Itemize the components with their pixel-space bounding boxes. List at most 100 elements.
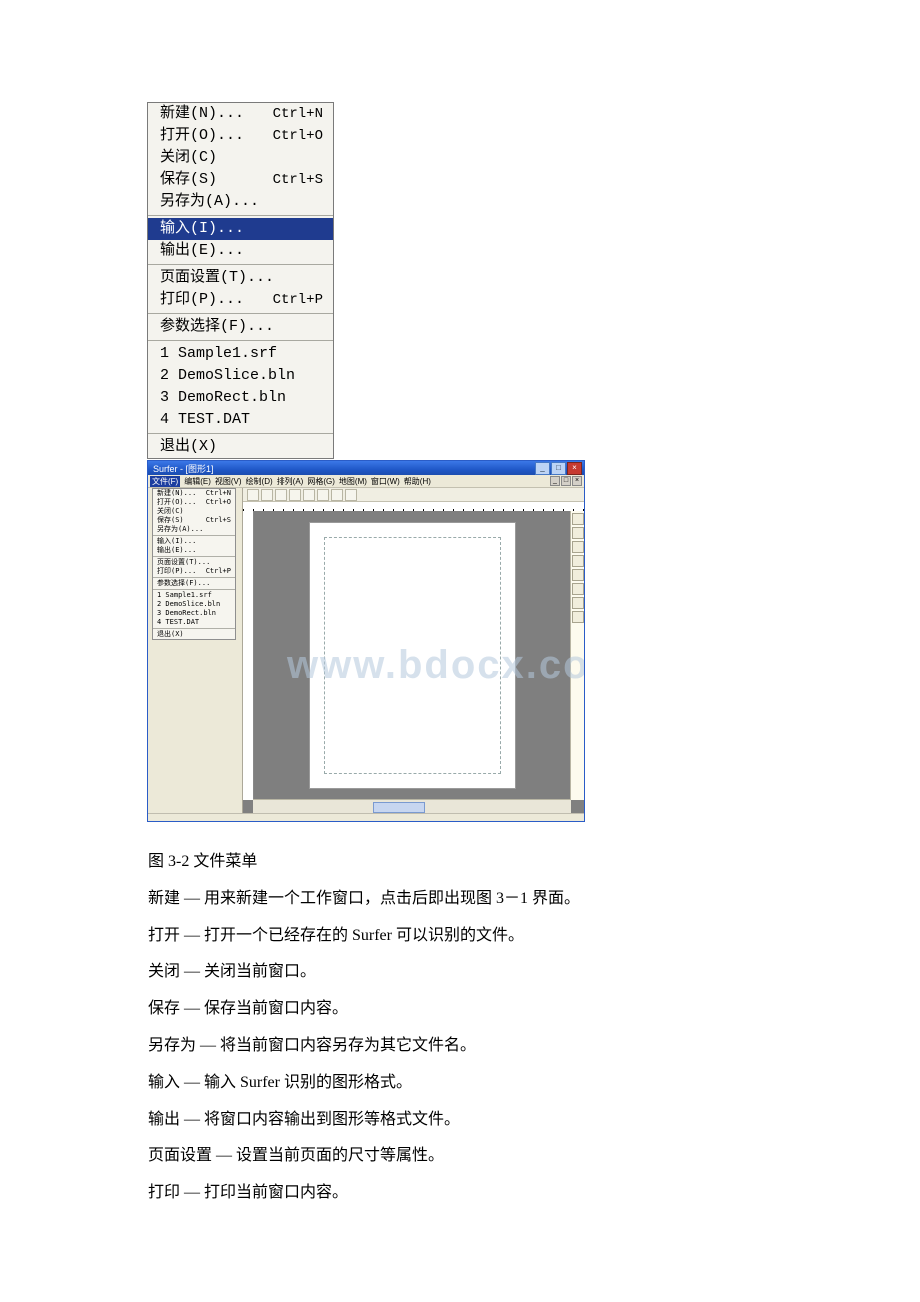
menu-item-export[interactable]: 输出(E)... [148,240,333,262]
menu-item-prefs[interactable]: 参数选择(F)... [148,316,333,338]
menu-item-saveas[interactable]: 另存为(A)... [153,525,235,534]
desc-new: 新建 — 用来新建一个工作窗口，点击后即出现图 3－1 界面。 [148,883,768,916]
menu-item-label: 参数选择(F)... [157,579,210,588]
menu-item-recent3[interactable]: 3 DemoRect.bln [148,387,333,409]
menu-item-print[interactable]: 打印(P)... Ctrl+P [153,567,235,576]
menubar-draw[interactable]: 绘制(D) [246,476,273,487]
palette-button[interactable] [572,555,584,567]
minimize-button[interactable]: _ [535,462,550,475]
menu-item-label: 打开(O)... [157,498,196,507]
figure-caption: 图 3-2 文件菜单 [148,846,768,879]
menu-item-import[interactable]: 输入(I)... [148,218,333,240]
title-bar: Surfer - [图形1] _ □ × [148,461,584,475]
menu-item-label: 另存为(A)... [157,525,203,534]
menu-item-label: 新建(N)... [160,104,244,124]
palette-button[interactable] [572,597,584,609]
menu-item-save[interactable]: 保存(S) Ctrl+S [148,169,333,191]
window-title: Surfer - [图形1] [150,462,534,475]
menubar-window[interactable]: 窗口(W) [371,476,400,487]
mdi-restore-button[interactable]: □ [561,476,571,486]
menu-item-recent1[interactable]: 1 Sample1.srf [153,591,235,600]
menu-item-label: 4 TEST.DAT [160,410,250,430]
menu-item-new[interactable]: 新建(N)... Ctrl+N [153,489,235,498]
menu-item-label: 输入(I)... [160,219,244,239]
toolbar-button[interactable] [317,489,329,501]
menubar-grid[interactable]: 网格(G) [307,476,335,487]
menu-item-open[interactable]: 打开(O)... Ctrl+O [148,125,333,147]
menubar-edit[interactable]: 编辑(E) [184,476,211,487]
menu-item-close[interactable]: 关闭(C) [153,507,235,516]
menu-item-label: 3 DemoRect.bln [157,609,216,618]
paper-zone[interactable] [254,511,571,800]
menu-item-close[interactable]: 关闭(C) [148,147,333,169]
shortcut-label: Ctrl+P [206,567,231,576]
toolbar-button[interactable] [261,489,273,501]
close-button[interactable]: × [567,462,582,475]
maximize-button[interactable]: □ [551,462,566,475]
menu-item-recent1[interactable]: 1 Sample1.srf [148,343,333,365]
menu-bar: 文件(F) 编辑(E) 视图(V) 绘制(D) 排列(A) 网格(G) 地图(M… [148,475,584,488]
menu-item-new[interactable]: 新建(N)... Ctrl+N [148,103,333,125]
menu-separator [153,628,235,629]
desc-close: 关闭 — 关闭当前窗口。 [148,956,768,989]
menu-item-label: 保存(S) [160,170,217,190]
menu-item-label: 打开(O)... [160,126,244,146]
toolbar-button[interactable] [247,489,259,501]
menu-item-label: 新建(N)... [157,489,196,498]
menu-item-recent4[interactable]: 4 TEST.DAT [153,618,235,627]
menu-separator [148,264,333,265]
menu-item-import[interactable]: 输入(I)... [153,537,235,546]
menubar-file[interactable]: 文件(F) [150,476,180,487]
menu-item-label: 输入(I)... [157,537,196,546]
desc-import: 输入 — 输入 Surfer 识别的图形格式。 [148,1067,768,1100]
menu-item-recent3[interactable]: 3 DemoRect.bln [153,609,235,618]
menu-item-recent2[interactable]: 2 DemoSlice.bln [153,600,235,609]
menubar-map[interactable]: 地图(M) [339,476,367,487]
menubar-view[interactable]: 视图(V) [215,476,242,487]
menu-item-print[interactable]: 打印(P)... Ctrl+P [148,289,333,311]
file-menu-dropdown: 新建(N)... Ctrl+N 打开(O)... Ctrl+O 关闭(C) 保存… [152,488,236,640]
palette-button[interactable] [572,541,584,553]
menu-item-prefs[interactable]: 参数选择(F)... [153,579,235,588]
status-bar [148,813,584,822]
toolbar-button[interactable] [345,489,357,501]
menu-item-export[interactable]: 输出(E)... [153,546,235,555]
menu-item-label: 4 TEST.DAT [157,618,199,627]
top-toolbar [243,488,584,502]
menu-separator [148,215,333,216]
right-palette [570,511,584,800]
palette-button[interactable] [572,569,584,581]
horizontal-scrollbar[interactable] [253,799,571,813]
desc-save: 保存 — 保存当前窗口内容。 [148,993,768,1026]
menubar-arrange[interactable]: 排列(A) [277,476,304,487]
work-area [243,511,571,800]
surfer-app-window: Surfer - [图形1] _ □ × 文件(F) 编辑(E) 视图(V) 绘… [147,460,585,822]
shortcut-label: Ctrl+O [273,126,323,146]
menu-item-exit[interactable]: 退出(X) [148,436,333,458]
toolbar-button[interactable] [275,489,287,501]
menu-separator [148,340,333,341]
menubar-help[interactable]: 帮助(H) [404,476,431,487]
canvas-wrap: www.bdocx.com [243,488,584,813]
menu-item-recent2[interactable]: 2 DemoSlice.bln [148,365,333,387]
menu-separator [148,433,333,434]
toolbar-button[interactable] [331,489,343,501]
palette-button[interactable] [572,527,584,539]
mdi-minimize-button[interactable]: _ [550,476,560,486]
menu-item-open[interactable]: 打开(O)... Ctrl+O [153,498,235,507]
menu-item-pagesetup[interactable]: 页面设置(T)... [153,558,235,567]
toolbar-button[interactable] [289,489,301,501]
menu-item-pagesetup[interactable]: 页面设置(T)... [148,267,333,289]
menu-item-label: 页面设置(T)... [157,558,210,567]
mdi-close-button[interactable]: × [572,476,582,486]
menu-item-exit[interactable]: 退出(X) [153,630,235,639]
menu-item-saveas[interactable]: 另存为(A)... [148,191,333,213]
palette-button[interactable] [572,611,584,623]
menu-item-label: 退出(X) [160,437,217,457]
scrollbar-thumb[interactable] [373,802,425,813]
palette-button[interactable] [572,583,584,595]
menu-item-recent4[interactable]: 4 TEST.DAT [148,409,333,431]
menu-item-save[interactable]: 保存(S) Ctrl+S [153,516,235,525]
palette-button[interactable] [572,513,584,525]
toolbar-button[interactable] [303,489,315,501]
